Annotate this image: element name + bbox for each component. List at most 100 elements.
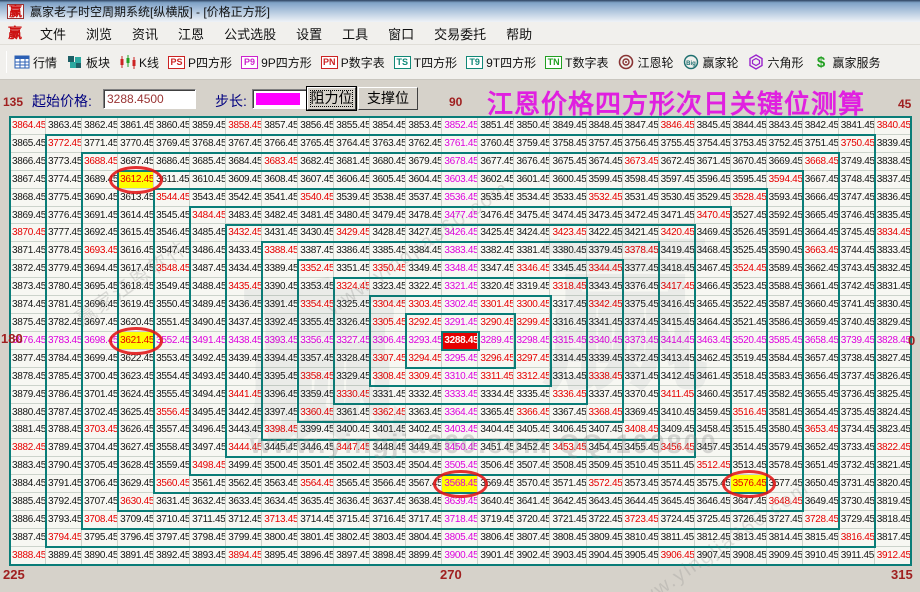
grid-cell[interactable]: 3319.45 [514, 278, 550, 296]
grid-cell[interactable]: 3308.45 [370, 368, 406, 386]
grid-cell[interactable]: 3857.45 [262, 117, 298, 135]
grid-cell[interactable]: 3780.45 [46, 278, 82, 296]
grid-cell[interactable]: 3877.45 [10, 350, 46, 368]
grid-cell[interactable]: 3767.45 [226, 135, 262, 153]
grid-cell[interactable]: 3448.45 [370, 439, 406, 457]
grid-cell[interactable]: 3470.45 [695, 207, 731, 225]
grid-cell[interactable]: 3491.45 [190, 332, 226, 350]
grid-cell[interactable]: 3296.45 [478, 350, 514, 368]
grid-cell[interactable]: 3551.45 [154, 314, 190, 332]
grid-cell[interactable]: 3376.45 [623, 278, 659, 296]
grid-cell[interactable]: 3456.45 [659, 439, 695, 457]
grid-cell[interactable]: 3605.45 [370, 171, 406, 189]
grid-cell[interactable]: 3537.45 [406, 189, 442, 207]
grid-cell[interactable]: 3892.45 [154, 547, 190, 565]
grid-cell[interactable]: 3360.45 [298, 404, 334, 422]
grid-cell[interactable]: 3447.45 [334, 439, 370, 457]
grid-cell[interactable]: 3701.45 [82, 386, 118, 404]
grid-cell[interactable]: 3766.45 [262, 135, 298, 153]
grid-cell[interactable]: 3373.45 [623, 332, 659, 350]
grid-cell[interactable]: 3384.45 [406, 242, 442, 260]
grid-cell[interactable]: 3587.45 [767, 296, 803, 314]
grid-cell[interactable]: 3705.45 [82, 457, 118, 475]
grid-cell[interactable]: 3634.45 [262, 493, 298, 511]
grid-cell[interactable]: 3743.45 [839, 260, 875, 278]
grid-cell[interactable]: 3813.45 [731, 529, 767, 547]
grid-cell[interactable]: 3538.45 [370, 189, 406, 207]
grid-cell[interactable]: 3418.45 [659, 260, 695, 278]
grid-cell[interactable]: 3474.45 [550, 207, 586, 225]
grid-cell[interactable]: 3829.45 [875, 314, 911, 332]
grid-cell[interactable]: 3380.45 [550, 242, 586, 260]
menu-item[interactable]: 帮助 [496, 22, 542, 45]
grid-cell[interactable]: 3856.45 [298, 117, 334, 135]
grid-cell[interactable]: 3687.45 [118, 153, 154, 171]
grid-cell[interactable]: 3844.45 [731, 117, 767, 135]
grid-cell[interactable]: 3530.45 [659, 189, 695, 207]
grid-cell[interactable]: 3901.45 [478, 547, 514, 565]
grid-cell[interactable]: 3293.45 [406, 332, 442, 350]
grid-cell[interactable]: 3609.45 [226, 171, 262, 189]
grid-cell[interactable]: 3782.45 [46, 314, 82, 332]
grid-cell[interactable]: 3369.45 [623, 404, 659, 422]
grid-cell[interactable]: 3842.45 [803, 117, 839, 135]
grid-cell[interactable]: 3492.45 [190, 350, 226, 368]
grid-cell[interactable]: 3425.45 [478, 224, 514, 242]
toolbar-button-quotes[interactable]: 行情 [13, 54, 57, 71]
grid-cell[interactable]: 3348.45 [442, 260, 478, 278]
grid-cell[interactable]: 3541.45 [262, 189, 298, 207]
grid-cell[interactable]: 3616.45 [118, 242, 154, 260]
grid-cell[interactable]: 3668.45 [803, 153, 839, 171]
grid-cell[interactable]: 3344.45 [587, 260, 623, 278]
grid-cell[interactable]: 3807.45 [514, 529, 550, 547]
grid-cell[interactable]: 3688.45 [82, 153, 118, 171]
grid-cell[interactable]: 3332.45 [406, 386, 442, 404]
grid-cell[interactable]: 3677.45 [478, 153, 514, 171]
grid-cell[interactable]: 3740.45 [839, 314, 875, 332]
grid-cell[interactable]: 3811.45 [659, 529, 695, 547]
grid-cell[interactable]: 3554.45 [154, 368, 190, 386]
grid-cell[interactable]: 3776.45 [46, 207, 82, 225]
grid-cell[interactable]: 3536.45 [442, 189, 478, 207]
grid-cell[interactable]: 3381.45 [514, 242, 550, 260]
grid-cell[interactable]: 3827.45 [875, 350, 911, 368]
grid-cell[interactable]: 3797.45 [154, 529, 190, 547]
grid-cell[interactable]: 3558.45 [154, 439, 190, 457]
grid-cell[interactable]: 3711.45 [190, 511, 226, 529]
grid-cell[interactable]: 3398.45 [262, 421, 298, 439]
grid-cell[interactable]: 3754.45 [695, 135, 731, 153]
grid-cell[interactable]: 3595.45 [731, 171, 767, 189]
grid-cell[interactable]: 3732.45 [839, 457, 875, 475]
grid-cell[interactable]: 3416.45 [659, 296, 695, 314]
grid-cell[interactable]: 3479.45 [370, 207, 406, 225]
grid-cell[interactable]: 3850.45 [514, 117, 550, 135]
grid-cell[interactable]: 3728.45 [803, 511, 839, 529]
grid-cell[interactable]: 3629.45 [118, 475, 154, 493]
grid-cell[interactable]: 3559.45 [154, 457, 190, 475]
grid-cell[interactable]: 3411.45 [659, 386, 695, 404]
toolbar-button-psquare[interactable]: PSP四方形 [168, 54, 232, 71]
grid-cell[interactable]: 3742.45 [839, 278, 875, 296]
grid-cell[interactable]: 3346.45 [514, 260, 550, 278]
grid-cell[interactable]: 3855.45 [334, 117, 370, 135]
grid-cell[interactable]: 3878.45 [10, 368, 46, 386]
grid-cell[interactable]: 3666.45 [803, 189, 839, 207]
grid-cell[interactable]: 3781.45 [46, 296, 82, 314]
grid-cell[interactable]: 3794.45 [46, 529, 82, 547]
grid-cell[interactable]: 3508.45 [550, 457, 586, 475]
grid-cell[interactable]: 3525.45 [731, 242, 767, 260]
grid-cell[interactable]: 3520.45 [731, 332, 767, 350]
grid-cell[interactable]: 3495.45 [190, 404, 226, 422]
grid-cell[interactable]: 3911.45 [839, 547, 875, 565]
grid-cell[interactable]: 3313.45 [550, 368, 586, 386]
grid-cell[interactable]: 3725.45 [695, 511, 731, 529]
grid-cell[interactable]: 3400.45 [334, 421, 370, 439]
grid-cell[interactable]: 3498.45 [190, 457, 226, 475]
grid-cell[interactable]: 3475.45 [514, 207, 550, 225]
grid-cell[interactable]: 3550.45 [154, 296, 190, 314]
grid-cell[interactable]: 3686.45 [154, 153, 190, 171]
grid-cell[interactable]: 3872.45 [10, 260, 46, 278]
grid-cell[interactable]: 3716.45 [370, 511, 406, 529]
grid-cell[interactable]: 3477.45 [442, 207, 478, 225]
grid-cell[interactable]: 3302.45 [442, 296, 478, 314]
